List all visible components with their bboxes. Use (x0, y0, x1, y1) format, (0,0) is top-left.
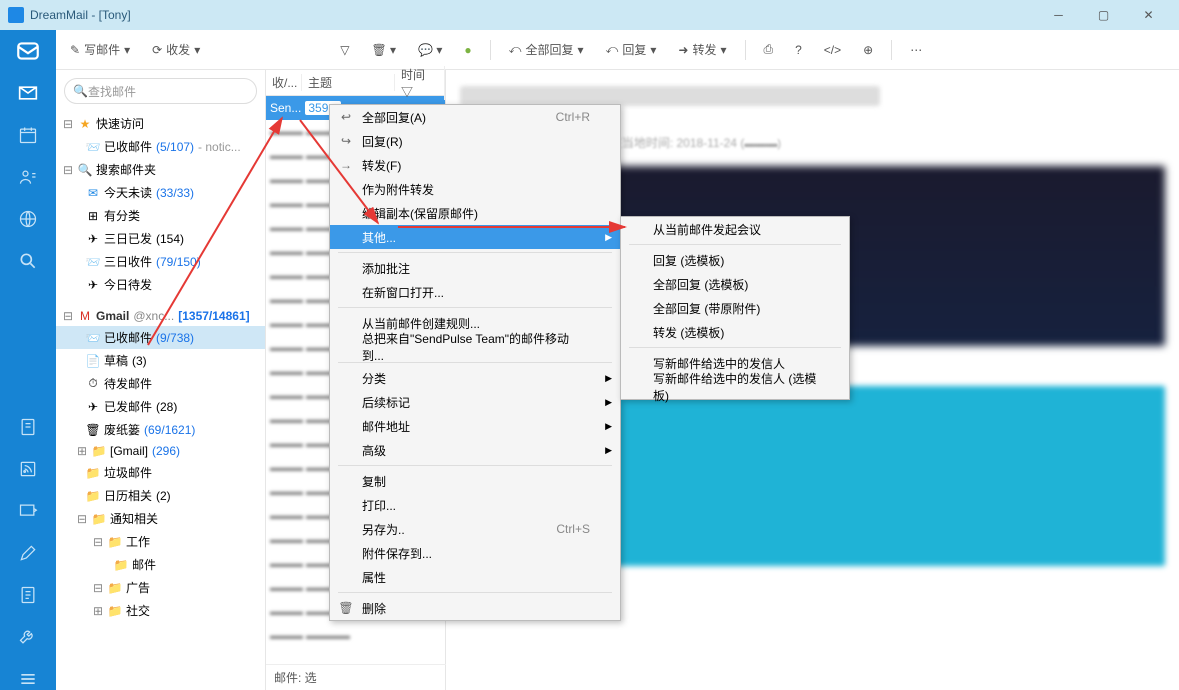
forward-button[interactable]: ➜ 转发 ▾ (674, 37, 730, 62)
help-button[interactable]: ? (791, 39, 806, 61)
menu-item[interactable]: 其他...▶ (330, 225, 620, 249)
submenu-other: 从当前邮件发起会议回复 (选模板)全部回复 (选模板)全部回复 (带原附件)转发… (620, 216, 850, 400)
maximize-button[interactable]: ▢ (1081, 0, 1126, 30)
drafts[interactable]: 📄草稿 (3) (56, 349, 265, 372)
menu-item[interactable]: 打印... (330, 493, 620, 517)
folder-tree: 🔍 查找邮件 ⊟★快速访问 📨已收邮件 (5/107) - notic... ⊟… (56, 70, 266, 690)
menu-item[interactable]: 后续标记▶ (330, 390, 620, 414)
menu-item[interactable]: 全部回复 (带原附件) (621, 296, 849, 320)
menu-item[interactable]: ↪回复(R) (330, 129, 620, 153)
quick-access[interactable]: ⊟★快速访问 (56, 112, 265, 135)
app-icon (8, 7, 24, 23)
delete-button[interactable]: 🗑 ▾ (367, 39, 400, 61)
chat-button[interactable]: 💬 ▾ (414, 39, 446, 61)
list-header[interactable]: 收/... 主题 时间 ▽ (266, 70, 445, 96)
menu-item[interactable]: 属性 (330, 565, 620, 589)
calendar-folder[interactable]: 📁日历相关 (2) (56, 484, 265, 507)
menu-item[interactable]: 另存为..Ctrl+S (330, 517, 620, 541)
notify-folder[interactable]: ⊟📁通知相关 (56, 507, 265, 530)
sync-button[interactable]: ⟳ 收发 ▾ (148, 37, 204, 62)
menu-item[interactable]: 转发 (选模板) (621, 320, 849, 344)
menu-item[interactable]: 全部回复 (选模板) (621, 272, 849, 296)
menu-item[interactable]: 邮件地址▶ (330, 414, 620, 438)
mail-row[interactable]: ▬▬▬ ▬▬▬▬ (266, 624, 445, 648)
filter-button[interactable]: ▽ (336, 39, 353, 61)
gmail-folder[interactable]: ⊞📁[Gmail] (296) (56, 441, 265, 461)
code-icon[interactable]: </> (820, 39, 845, 61)
gmail-account[interactable]: ⊟MGmail@xnc... [1357/14861] (56, 306, 265, 326)
search-icon[interactable] (17, 250, 39, 272)
gmail-inbox[interactable]: 📨已收邮件 (9/738) (56, 326, 265, 349)
work-folder[interactable]: ⊟📁工作 (56, 530, 265, 553)
context-menu: ↩全部回复(A)Ctrl+R↪回复(R)→转发(F)作为附件转发编辑副本(保留原… (329, 104, 621, 621)
more-button[interactable]: ⋯ (906, 39, 926, 61)
menu-item[interactable]: 编辑副本(保留原邮件) (330, 201, 620, 225)
edit-icon[interactable] (17, 542, 39, 564)
activity-bar (0, 30, 56, 690)
menu-icon[interactable] (17, 668, 39, 690)
menu-item[interactable]: 分类▶ (330, 366, 620, 390)
menu-item[interactable]: ↩全部回复(A)Ctrl+R (330, 105, 620, 129)
menu-item[interactable]: 从当前邮件发起会议 (621, 217, 849, 241)
titlebar: DreamMail - [Tony] ─ ▢ ✕ (0, 0, 1179, 30)
menu-item[interactable]: 附件保存到... (330, 541, 620, 565)
print-button[interactable]: ⎙ (760, 38, 778, 61)
rss-icon[interactable] (17, 458, 39, 480)
mails-folder[interactable]: 📁邮件 (56, 553, 265, 576)
sent[interactable]: ✈已发邮件 (28) (56, 395, 265, 418)
recv-3day[interactable]: 📨三日收件 (79/150) (56, 250, 265, 273)
compose-button[interactable]: ✎ 写邮件 ▾ (66, 37, 134, 62)
tools-icon[interactable] (17, 626, 39, 648)
minimize-button[interactable]: ─ (1036, 0, 1081, 30)
outbox[interactable]: ⏱待发邮件 (56, 372, 265, 395)
window-title: DreamMail - [Tony] (30, 8, 1036, 22)
calendar-icon[interactable] (17, 124, 39, 146)
today-pending[interactable]: ✈今日待发 (56, 273, 265, 296)
mail-icon[interactable] (17, 82, 39, 104)
replyall-button[interactable]: ⤺ 全部回复 ▾ (505, 37, 588, 62)
tagged[interactable]: ⊞有分类 (56, 204, 265, 227)
unread-today[interactable]: ✉今天未读 (33/33) (56, 181, 265, 204)
inbox-quick[interactable]: 📨已收邮件 (5/107) - notic... (56, 135, 265, 158)
search-folders[interactable]: ⊟🔍搜索邮件夹 (56, 158, 265, 181)
menu-item[interactable]: 在新窗口打开... (330, 280, 620, 304)
toolbar: ✎ 写邮件 ▾ ⟳ 收发 ▾ ▽ 🗑 ▾ 💬 ▾ ● ⤺ 全部回复 ▾ ⤺ 回复… (56, 30, 1179, 70)
notes-icon[interactable] (17, 416, 39, 438)
menu-item[interactable]: 回复 (选模板) (621, 248, 849, 272)
logo-icon[interactable] (17, 40, 39, 62)
menu-item[interactable]: 🗑删除 (330, 596, 620, 620)
globe-icon[interactable] (17, 208, 39, 230)
social-folder[interactable]: ⊞📁社交 (56, 599, 265, 622)
menu-item[interactable]: 添加批注 (330, 256, 620, 280)
menu-item[interactable]: 作为附件转发 (330, 177, 620, 201)
spam[interactable]: 📁垃圾邮件 (56, 461, 265, 484)
ads-folder[interactable]: ⊟📁广告 (56, 576, 265, 599)
status-icon[interactable]: ● (460, 39, 475, 61)
trash[interactable]: 🗑废纸篓 (69/1621) (56, 418, 265, 441)
zoom-button[interactable]: ⊕ (859, 39, 877, 61)
send-icon[interactable] (17, 500, 39, 522)
contacts-icon[interactable] (17, 166, 39, 188)
menu-item[interactable]: →转发(F) (330, 153, 620, 177)
menu-item[interactable]: 写新邮件给选中的发信人 (选模板) (621, 375, 849, 399)
sent-3day[interactable]: ✈三日已发 (154) (56, 227, 265, 250)
search-input[interactable]: 🔍 查找邮件 (64, 78, 257, 104)
doc-icon[interactable] (17, 584, 39, 606)
list-footer: 邮件: 选 (266, 664, 446, 690)
menu-item[interactable]: 总把来自"SendPulse Team"的邮件移动到... (330, 335, 620, 359)
reply-button[interactable]: ⤺ 回复 ▾ (602, 37, 661, 62)
menu-item[interactable]: 高级▶ (330, 438, 620, 462)
pv-subject (460, 86, 880, 106)
close-button[interactable]: ✕ (1126, 0, 1171, 30)
menu-item[interactable]: 复制 (330, 469, 620, 493)
